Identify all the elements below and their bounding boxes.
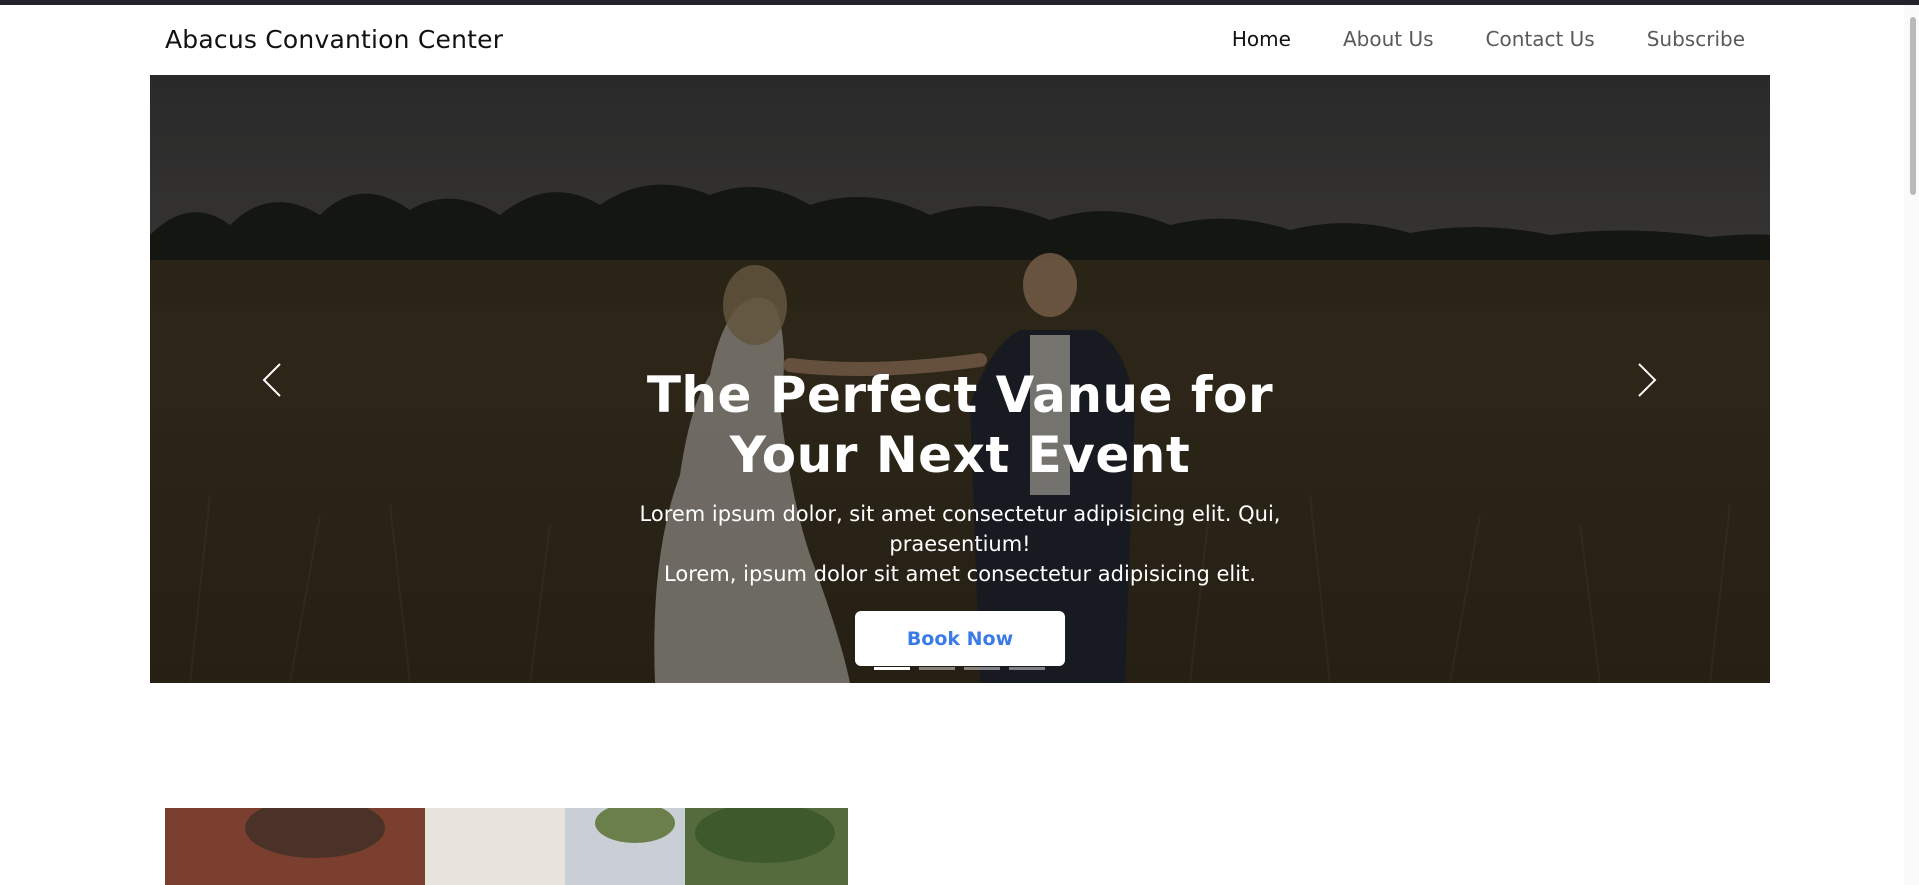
brand-name[interactable]: Abacus Convantion Center [165,25,503,54]
main-nav: Home About Us Contact Us Subscribe [1180,27,1745,51]
nav-about-us[interactable]: About Us [1343,27,1434,51]
hero-subtitle: Lorem ipsum dolor, sit amet consectetur … [580,499,1340,589]
page-scrollbar[interactable] [1904,5,1919,885]
nav-contact-us[interactable]: Contact Us [1486,27,1595,51]
hero-carousel: The Perfect Vanue for Your Next Event Lo… [150,75,1770,683]
hero-title: The Perfect Vanue for Your Next Event [646,366,1274,484]
carousel-next-button[interactable] [1617,345,1677,415]
scrollbar-thumb[interactable] [1910,17,1916,195]
nav-subscribe[interactable]: Subscribe [1647,27,1745,51]
carousel-indicator-4[interactable] [1009,667,1045,670]
carousel-prev-button[interactable] [242,345,302,415]
carousel-indicator-2[interactable] [919,667,955,670]
nav-home[interactable]: Home [1232,27,1291,51]
chevron-left-icon [262,363,281,397]
hero-caption: The Perfect Vanue for Your Next Event Lo… [510,365,1410,666]
hero-subtitle-line-1: Lorem ipsum dolor, sit amet consectetur … [639,502,1281,556]
section-photo [165,808,848,885]
chevron-right-icon [1638,363,1657,397]
section-image [165,808,848,885]
carousel-indicator-3[interactable] [964,667,1000,670]
book-now-button[interactable]: Book Now [855,611,1065,666]
navbar: Abacus Convantion Center Home About Us C… [0,5,1919,75]
hero-subtitle-line-2: Lorem, ipsum dolor sit amet consectetur … [664,562,1256,586]
carousel-indicator-1[interactable] [874,667,910,670]
carousel-indicators [874,667,1045,670]
